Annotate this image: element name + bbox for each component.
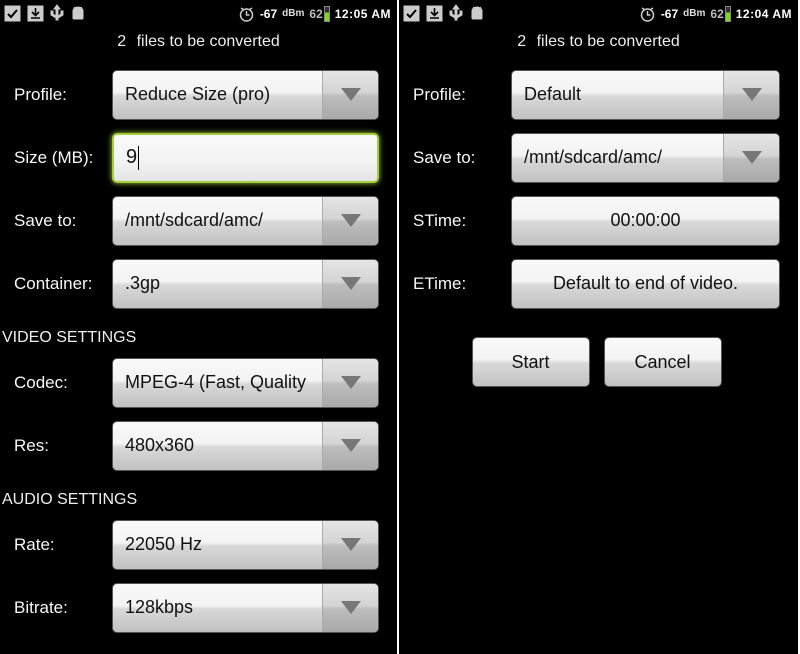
alarm-icon [238, 5, 255, 22]
bitrate-value: 128kbps [125, 597, 322, 618]
signal-unit: dBm [683, 8, 705, 19]
size-input[interactable]: 9 [112, 133, 379, 183]
subheader: 2 files to be converted [399, 27, 798, 63]
settings-form: Profile: Reduce Size (pro) Size (MB): 9 … [0, 63, 397, 639]
cancel-label: Cancel [634, 352, 690, 373]
signal-strength: -67 [260, 7, 277, 21]
usb-icon [50, 4, 64, 24]
chevron-down-icon [723, 134, 779, 182]
profile-select[interactable]: Default [511, 70, 780, 120]
subheader-text: files to be converted [537, 33, 680, 50]
checkbox-icon [403, 5, 420, 22]
signal-unit: dBm [282, 8, 304, 19]
start-button[interactable]: Start [472, 337, 590, 387]
chevron-down-icon [322, 197, 378, 245]
stime-label: STime: [399, 211, 511, 231]
chevron-down-icon [322, 521, 378, 569]
codec-label: Codec: [0, 373, 112, 393]
profile-value: Reduce Size (pro) [125, 84, 322, 105]
rate-select[interactable]: 22050 Hz [112, 520, 379, 570]
saveto-select[interactable]: /mnt/sdcard/amc/ [511, 133, 780, 183]
codec-select[interactable]: MPEG-4 (Fast, Quality [112, 358, 379, 408]
subheader-text: files to be converted [137, 33, 280, 50]
etime-label: ETime: [399, 274, 511, 294]
size-value: 9 [126, 146, 137, 169]
profile-label: Profile: [399, 85, 511, 105]
chevron-down-icon [322, 260, 378, 308]
chevron-down-icon [723, 71, 779, 119]
chevron-down-icon [322, 584, 378, 632]
battery-percent: 62 [309, 7, 322, 21]
bitrate-select[interactable]: 128kbps [112, 583, 379, 633]
status-bar: -67 dBm 62 12:05 AM [0, 0, 397, 27]
rate-value: 22050 Hz [125, 534, 322, 555]
alarm-icon [639, 5, 656, 22]
battery-indicator: 62 [710, 6, 730, 22]
size-label: Size (MB): [0, 148, 112, 168]
settings-form: Profile: Default Save to: /mnt/sdcard/am… [399, 63, 798, 387]
profile-label: Profile: [0, 85, 112, 105]
etime-value: Default to end of video. [553, 273, 738, 294]
file-count: 2 [117, 33, 126, 50]
file-count: 2 [517, 33, 526, 50]
android-icon [70, 5, 86, 22]
start-label: Start [511, 352, 549, 373]
text-cursor [138, 146, 139, 170]
res-select[interactable]: 480x360 [112, 421, 379, 471]
battery-indicator: 62 [309, 6, 329, 22]
saveto-value: /mnt/sdcard/amc/ [524, 147, 723, 168]
screen-right: -67 dBm 62 12:04 AM 2 files to be conver… [399, 0, 798, 654]
saveto-select[interactable]: /mnt/sdcard/amc/ [112, 196, 379, 246]
container-value: .3gp [125, 273, 322, 294]
status-bar: -67 dBm 62 12:04 AM [399, 0, 798, 27]
saveto-label: Save to: [0, 211, 112, 231]
checkbox-icon [4, 5, 21, 22]
chevron-down-icon [322, 359, 378, 407]
res-label: Res: [0, 436, 112, 456]
screen-left: -67 dBm 62 12:05 AM 2 files to be conver… [0, 0, 399, 654]
button-row: Start Cancel [399, 315, 794, 387]
chevron-down-icon [322, 422, 378, 470]
battery-icon [725, 6, 731, 22]
codec-value: MPEG-4 (Fast, Quality [125, 372, 322, 393]
cancel-button[interactable]: Cancel [604, 337, 722, 387]
android-icon [469, 5, 485, 22]
battery-percent: 62 [710, 7, 723, 21]
res-value: 480x360 [125, 435, 322, 456]
saveto-value: /mnt/sdcard/amc/ [125, 210, 322, 231]
subheader: 2 files to be converted [0, 27, 397, 63]
download-icon [27, 5, 44, 22]
saveto-label: Save to: [399, 148, 511, 168]
video-section-header: VIDEO SETTINGS [0, 315, 393, 351]
container-select[interactable]: .3gp [112, 259, 379, 309]
download-icon [426, 5, 443, 22]
chevron-down-icon [322, 71, 378, 119]
usb-icon [449, 4, 463, 24]
etime-button[interactable]: Default to end of video. [511, 259, 780, 309]
clock: 12:04 AM [736, 7, 792, 21]
battery-icon [324, 6, 330, 22]
container-label: Container: [0, 274, 112, 294]
stime-button[interactable]: 00:00:00 [511, 196, 780, 246]
profile-select[interactable]: Reduce Size (pro) [112, 70, 379, 120]
stime-value: 00:00:00 [610, 210, 680, 231]
bitrate-label: Bitrate: [0, 598, 112, 618]
rate-label: Rate: [0, 535, 112, 555]
profile-value: Default [524, 84, 723, 105]
audio-section-header: AUDIO SETTINGS [0, 477, 393, 513]
clock: 12:05 AM [335, 7, 391, 21]
signal-strength: -67 [661, 7, 678, 21]
